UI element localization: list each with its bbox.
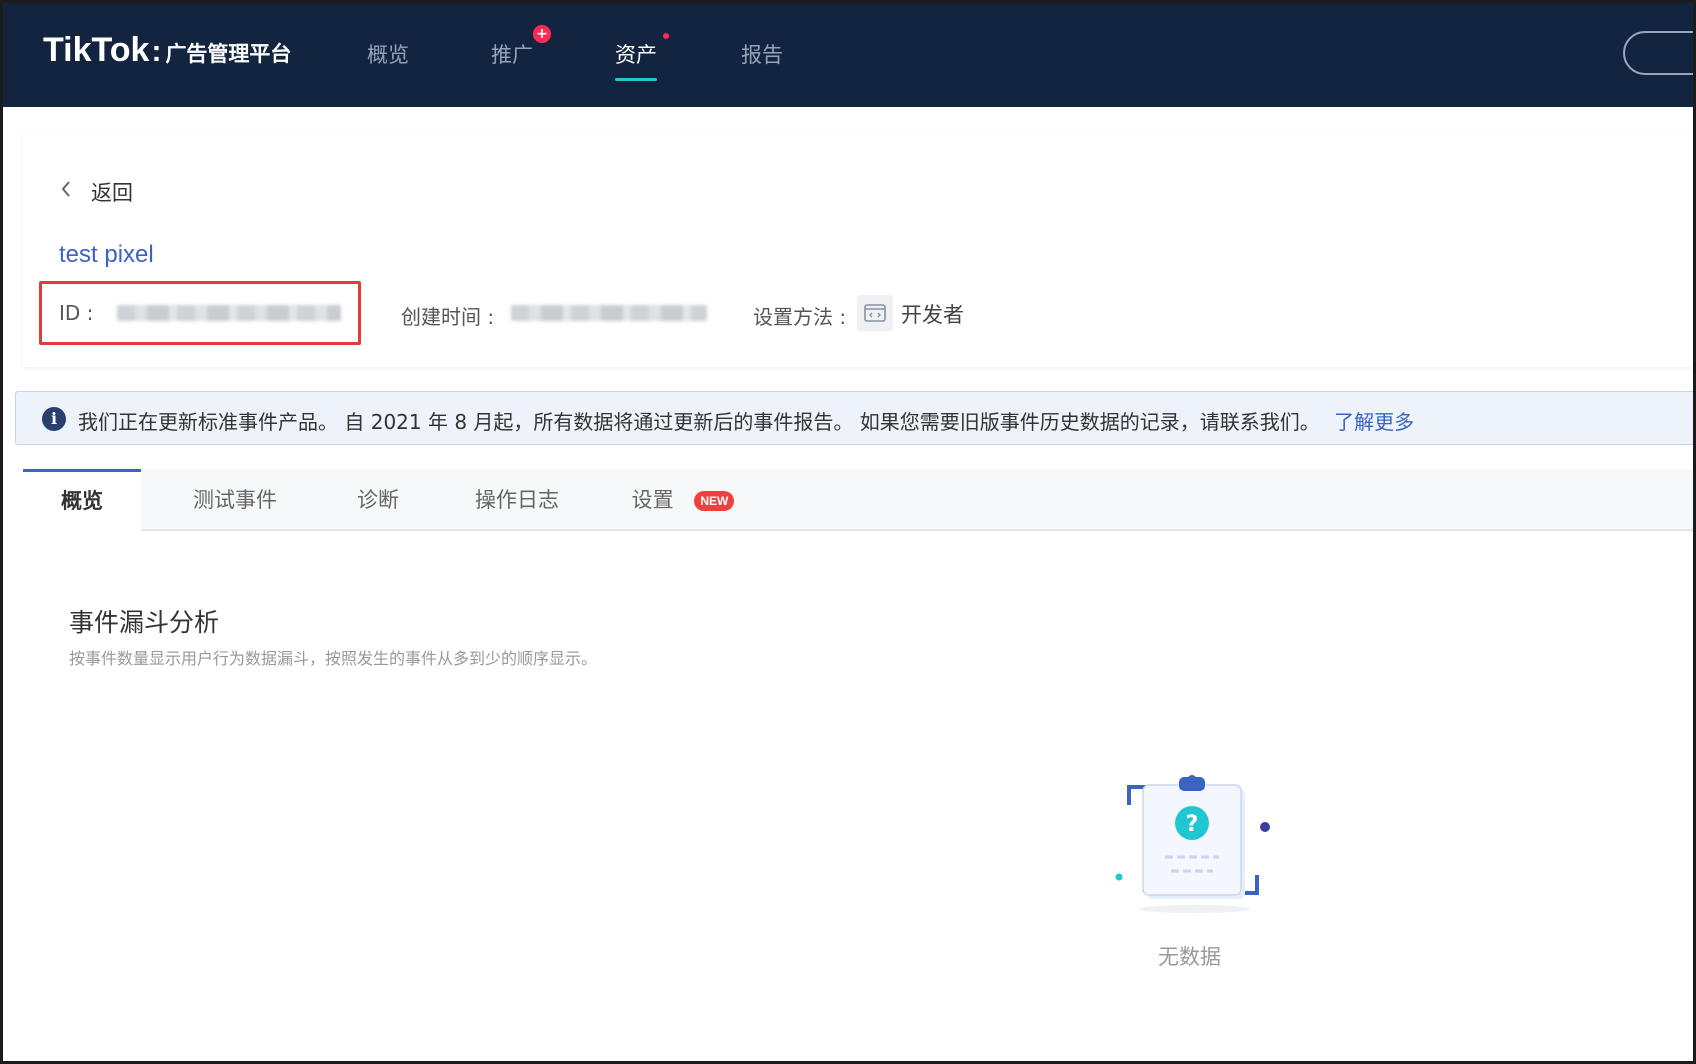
nav-item-label: 报告: [741, 43, 783, 67]
setup-method-label: 设置方法 :: [753, 305, 847, 329]
nav-item-label: 资产: [615, 43, 657, 67]
tiktok-ads-logo[interactable]: TikTok : 广告管理平台: [43, 31, 291, 70]
info-icon: i: [42, 407, 66, 431]
tab-activity-log[interactable]: 操作日志: [447, 469, 587, 531]
tab-settings[interactable]: 设置 NEW: [613, 469, 753, 531]
setup-method-value: 开发者: [901, 303, 964, 327]
nav-item-assets[interactable]: 资产: [615, 33, 669, 81]
logo-subtitle: 广告管理平台: [165, 42, 292, 66]
clipboard-question-icon: ?: [1107, 775, 1287, 925]
notification-dot-icon: [663, 33, 669, 39]
tab-label: 概览: [61, 489, 103, 513]
back-label: 返回: [91, 181, 133, 205]
pixel-id-value-redacted: [117, 305, 341, 321]
learn-more-link[interactable]: 了解更多: [1334, 410, 1414, 434]
pixel-title: test pixel: [59, 241, 154, 268]
tab-label: 诊断: [357, 488, 399, 512]
nav-item-label: 概览: [367, 43, 409, 67]
plus-badge-icon: +: [533, 25, 551, 43]
active-nav-underline: [615, 78, 657, 81]
account-menu-button[interactable]: [1623, 31, 1693, 75]
top-nav: TikTok : 广告管理平台 概览 推广 + 资产 报告: [3, 3, 1693, 107]
nav-item-label: 推广: [491, 43, 533, 67]
notice-text-wrapper: 我们正在更新标准事件产品。 自 2021 年 8 月起，所有数据将通过更新后的事…: [78, 406, 1414, 435]
empty-state-text: 无数据: [1158, 945, 1221, 969]
chevron-left-icon: [59, 179, 73, 205]
nav-item-promote[interactable]: 推广 +: [491, 25, 551, 69]
notice-text: 我们正在更新标准事件产品。 自 2021 年 8 月起，所有数据将通过更新后的事…: [78, 410, 1320, 434]
logo-wordmark: TikTok: [43, 31, 150, 69]
pixel-tabs: 概览 测试事件 诊断 操作日志 设置 NEW: [23, 469, 1693, 531]
new-badge: NEW: [694, 491, 735, 511]
back-button[interactable]: 返回: [59, 177, 133, 207]
tab-label: 测试事件: [193, 488, 277, 512]
nav-item-overview[interactable]: 概览: [367, 39, 409, 69]
funnel-section-title: 事件漏斗分析: [69, 608, 220, 637]
nav-item-reports[interactable]: 报告: [741, 39, 783, 69]
funnel-section-description: 按事件数量显示用户行为数据漏斗，按照发生的事件从多到少的顺序显示。: [69, 649, 598, 668]
app-frame: TikTok : 广告管理平台 概览 推广 + 资产 报告 返回 test pi…: [0, 0, 1696, 1064]
svg-text:?: ?: [1186, 812, 1199, 837]
id-label: ID :: [59, 301, 94, 325]
pixel-header-card: 返回 test pixel ID : 创建时间 : 设置方法 : 开发者: [23, 133, 1693, 367]
tab-diagnostics[interactable]: 诊断: [323, 469, 433, 531]
code-icon: [857, 295, 893, 331]
notice-banner: i 我们正在更新标准事件产品。 自 2021 年 8 月起，所有数据将通过更新后…: [15, 391, 1693, 445]
tab-test-events[interactable]: 测试事件: [155, 469, 315, 531]
created-time-label: 创建时间 :: [401, 305, 495, 329]
tab-label: 操作日志: [475, 488, 559, 512]
created-time-value-redacted: [511, 305, 707, 321]
tab-label: 设置: [631, 488, 674, 512]
tab-overview[interactable]: 概览: [23, 469, 141, 531]
pixel-meta-row: ID : 创建时间 : 设置方法 : 开发者: [39, 281, 1339, 345]
logo-separator: :: [151, 35, 162, 68]
